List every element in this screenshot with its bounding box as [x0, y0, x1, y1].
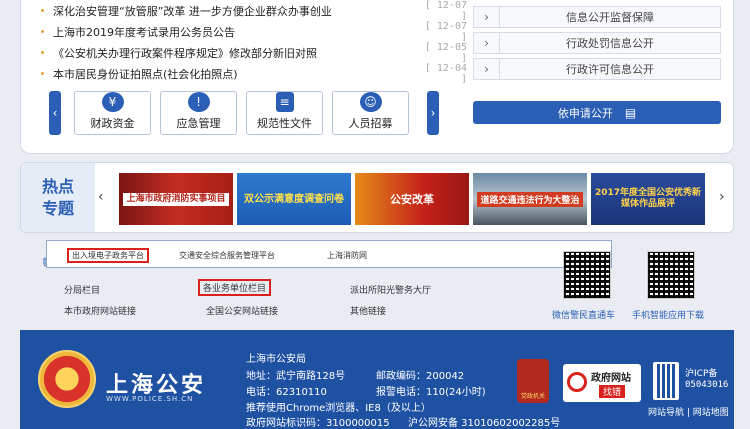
- bullet-icon: [41, 9, 44, 12]
- news-item[interactable]: 本市居民身份证拍照点(社会化拍照点) [ 12-04 ]: [37, 62, 467, 85]
- hot-prev-arrow[interactable]: ‹: [98, 189, 104, 205]
- qr-code-wechat: [563, 251, 611, 299]
- link-tab-traffic[interactable]: 交通安全综合服务管理平台: [179, 248, 275, 263]
- yen-icon: ¥: [101, 92, 124, 112]
- hot-banner[interactable]: 双公示满意度调查问卷: [237, 173, 351, 225]
- hot-topics-panel: 热点 专题 ‹ 上海市政府消防实事项目 双公示满意度调查问卷 公安改革 道路交通…: [20, 162, 734, 233]
- document-icon: ≡: [275, 92, 294, 112]
- category-recruitment[interactable]: ☺ 人员招募: [332, 91, 409, 135]
- banner-text: 公安改革: [390, 193, 434, 206]
- party-gov-badge[interactable]: 党政机关: [517, 359, 549, 403]
- banner-text: 道路交通违法行为大整治: [477, 191, 583, 207]
- badge-label: 党政机关: [520, 393, 545, 400]
- footer-gov-code: 政府网站标识码：3100000015: [246, 418, 390, 429]
- chevron-right-icon: ›: [474, 33, 500, 53]
- qr-label-wechat[interactable]: 微信警民直通车: [552, 308, 615, 321]
- site-footer: 上海公安 WWW.POLICE.SH.CN 上海市公安局 地址：武宁南路128号…: [20, 330, 734, 429]
- news-date: [ 12-07 ]: [424, 0, 467, 22]
- hot-topics-label: 热点 专题: [21, 163, 95, 232]
- hot-banner[interactable]: 道路交通违法行为大整治: [473, 173, 587, 225]
- magnifier-icon: [567, 372, 587, 392]
- news-title[interactable]: 上海市2019年度考试录用公务员公告: [53, 24, 419, 40]
- link-branch[interactable]: 分局栏目: [64, 283, 100, 296]
- info-public-label: 行政许可信息公开: [566, 63, 654, 76]
- footer-logo-url: WWW.POLICE.SH.CN: [106, 395, 194, 403]
- apply-label: 依申请公开: [557, 106, 613, 120]
- carousel-prev-button[interactable]: ‹: [49, 91, 61, 135]
- footer-phone: 电话：62310110: [246, 387, 327, 398]
- link-dropdown: 出入境电子政务平台 交通安全综合服务管理平台 上海消防网: [46, 240, 612, 268]
- qr-code-app: [647, 251, 695, 299]
- hot-banner[interactable]: 上海市政府消防实事项目: [119, 173, 233, 225]
- find-error-button[interactable]: 政府网站 找错: [563, 364, 641, 402]
- chevron-right-icon: ›: [474, 59, 500, 79]
- bullet-icon: [41, 51, 44, 54]
- link-tab-fire[interactable]: 上海消防网: [327, 248, 367, 263]
- category-carousel: ‹ ¥ 财政资金 ! 应急管理 ≡ 规范性文件 ☺ 人员招募 ›: [49, 91, 439, 135]
- chevron-right-icon: ›: [474, 7, 500, 27]
- hot-banner[interactable]: 公安改革: [355, 173, 469, 225]
- footer-postcode: 邮政编码：200042: [376, 371, 465, 382]
- document-icon: ▤: [624, 105, 637, 120]
- info-public-item[interactable]: › 行政许可信息公开: [473, 58, 721, 80]
- link-station[interactable]: 派出所阳光警务大厅: [350, 283, 431, 296]
- footer-org: 上海市公安局: [246, 354, 306, 365]
- hot-next-arrow[interactable]: ›: [719, 189, 725, 205]
- link-city-gov[interactable]: 本市政府网站链接: [64, 304, 136, 317]
- category-label: 人员招募: [348, 117, 393, 130]
- news-date: [ 12-07 ]: [424, 20, 467, 43]
- news-item[interactable]: 深化治安管理“放管服”改革 进一步方便企业群众办事创业 [ 12-07 ]: [37, 0, 467, 22]
- category-emergency[interactable]: ! 应急管理: [160, 91, 237, 135]
- bullet-icon: [41, 72, 44, 75]
- news-title[interactable]: 《公安机关办理行政案件程序规定》修改部分新旧对照: [53, 45, 419, 61]
- bullet-icon: [41, 30, 44, 33]
- footer-sitemap-links[interactable]: 网站导航 | 网站地图: [648, 405, 729, 418]
- person-icon: ☺: [359, 92, 382, 112]
- hot-banner[interactable]: 2017年度全国公安优秀新媒体作品展评: [591, 173, 705, 225]
- carousel-next-button[interactable]: ›: [427, 91, 439, 135]
- links-area: ✎ 出入境电子政务平台 交通安全综合服务管理平台 上海消防网 分局栏目 各业务单…: [20, 240, 734, 326]
- siren-icon: !: [187, 92, 210, 112]
- news-item[interactable]: 《公安机关办理行政案件程序规定》修改部分新旧对照 [ 12-05 ]: [37, 41, 467, 64]
- footer-alarm: 报警电话：110(24小时): [376, 387, 486, 398]
- news-title[interactable]: 本市居民身份证拍照点(社会化拍照点): [53, 66, 419, 82]
- news-list: 深化治安管理“放管服”改革 进一步方便企业群众办事创业 [ 12-07 ] 上海…: [37, 0, 467, 85]
- link-tab-exit-entry[interactable]: 出入境电子政务平台: [67, 248, 149, 263]
- category-label: 规范性文件: [257, 117, 312, 130]
- news-item[interactable]: 上海市2019年度考试录用公务员公告 [ 12-07 ]: [37, 20, 467, 43]
- category-label: 应急管理: [176, 117, 221, 130]
- footer-security-record[interactable]: 沪公网安备 31010602002285号: [408, 414, 560, 429]
- icp-icon: [653, 362, 679, 400]
- info-public-item[interactable]: › 行政处罚信息公开: [473, 32, 721, 54]
- news-title[interactable]: 深化治安管理“放管服”改革 进一步方便企业群众办事创业: [53, 3, 419, 19]
- find-error-title: 政府网站: [591, 373, 631, 384]
- info-public-label: 行政处罚信息公开: [566, 37, 654, 50]
- police-emblem-icon: [38, 350, 96, 408]
- apply-disclosure-button[interactable]: 依申请公开 ▤: [473, 101, 721, 124]
- info-public-list: › 信息公开监督保障 › 行政处罚信息公开 › 行政许可信息公开: [473, 6, 721, 84]
- category-label: 财政资金: [90, 117, 135, 130]
- banner-text: 双公示满意度调查问卷: [244, 193, 344, 205]
- top-panel: 深化治安管理“放管服”改革 进一步方便企业群众办事创业 [ 12-07 ] 上海…: [20, 0, 734, 154]
- category-documents[interactable]: ≡ 规范性文件: [246, 91, 323, 135]
- link-other[interactable]: 其他链接: [350, 304, 386, 317]
- news-date: [ 12-05 ]: [424, 41, 467, 64]
- find-error-label: 找错: [599, 385, 626, 398]
- hot-label-line2: 专题: [41, 198, 74, 218]
- hot-label-line1: 热点: [41, 176, 74, 196]
- banner-text: 2017年度全国公安优秀新媒体作品展评: [594, 188, 702, 209]
- info-public-item[interactable]: › 信息公开监督保障: [473, 6, 721, 28]
- icp-number[interactable]: 05043016: [685, 380, 728, 390]
- qr-label-app[interactable]: 手机智能应用下载: [632, 308, 704, 321]
- footer-browser: 推荐使用Chrome浏览器、IE8（及以上）: [246, 403, 431, 414]
- category-finance[interactable]: ¥ 财政资金: [74, 91, 151, 135]
- link-units[interactable]: 各业务单位栏目: [198, 279, 272, 296]
- info-public-label: 信息公开监督保障: [566, 11, 654, 24]
- icp-label[interactable]: 沪ICP备: [685, 366, 717, 379]
- link-national[interactable]: 全国公安网站链接: [206, 304, 278, 317]
- news-date: [ 12-04 ]: [424, 62, 467, 85]
- banner-text: 上海市政府消防实事项目: [123, 192, 229, 206]
- footer-address: 地址：武宁南路128号: [246, 371, 346, 382]
